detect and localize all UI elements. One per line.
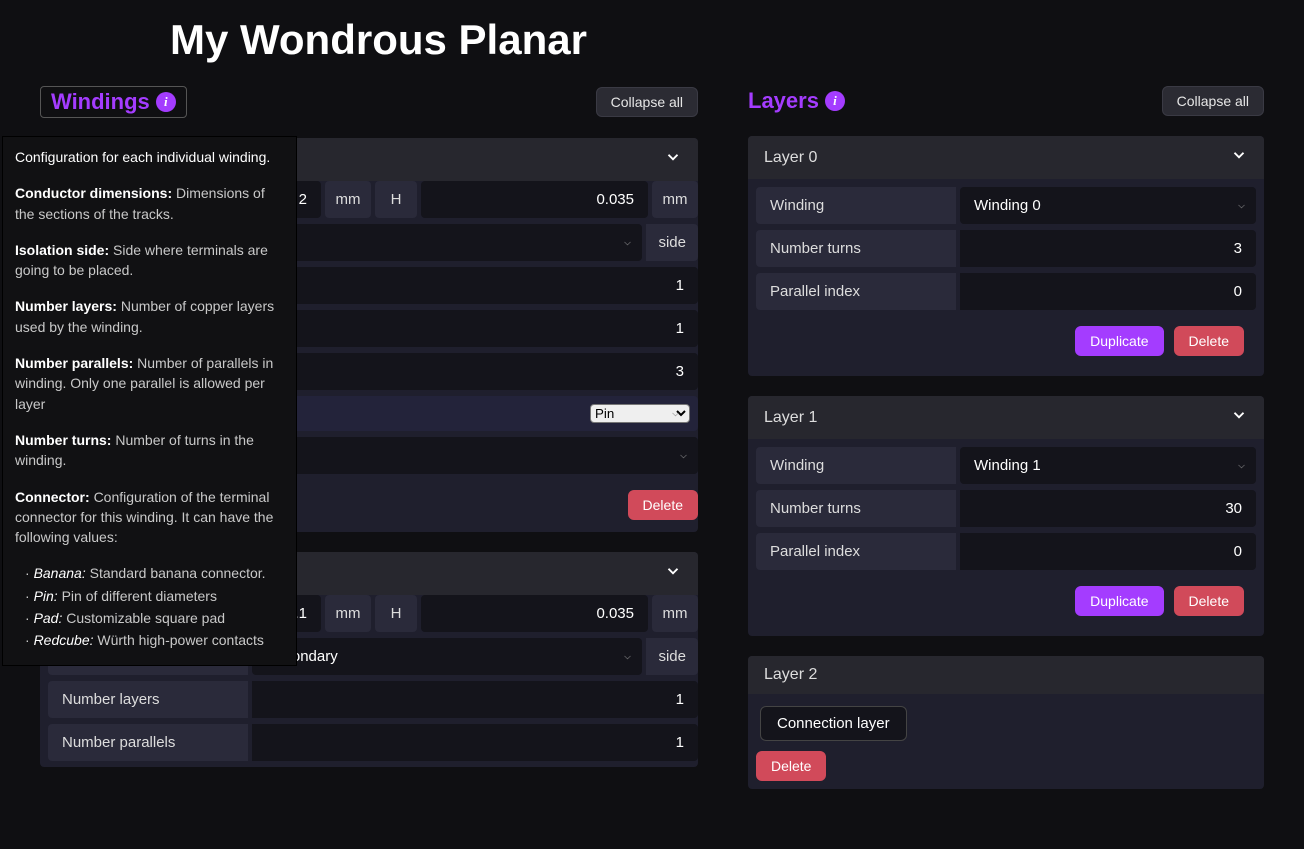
winding-select[interactable]: Winding 0 xyxy=(960,187,1256,224)
collapse-all-windings-button[interactable]: Collapse all xyxy=(596,87,698,117)
layers-title-text: Layers xyxy=(748,88,819,114)
tt-pin-t: Pin: xyxy=(34,588,58,604)
side-unit: side xyxy=(646,224,698,261)
number-turns-input[interactable] xyxy=(960,230,1256,267)
tt-parallels-title: Number parallels: xyxy=(15,355,133,371)
tt-redcube-t: Redcube: xyxy=(34,632,94,648)
layer-header-text: Layer 2 xyxy=(764,666,817,684)
unit-mm: mm xyxy=(652,595,698,632)
chevron-down-icon xyxy=(664,562,682,585)
number-turns-label: Number turns xyxy=(756,230,956,267)
tt-pad-t: Pad: xyxy=(34,610,63,626)
tt-layers-title: Number layers: xyxy=(15,298,117,314)
parallel-index-label: Parallel index xyxy=(756,533,956,570)
delete-layer-button[interactable]: Delete xyxy=(1174,326,1244,356)
chevron-down-icon xyxy=(1230,146,1248,169)
layers-title: Layers i xyxy=(748,88,845,114)
duplicate-layer-button[interactable]: Duplicate xyxy=(1075,326,1163,356)
chevron-down-icon xyxy=(664,148,682,171)
connector-type-select[interactable]: Pin xyxy=(590,404,690,423)
winding-label: Winding xyxy=(756,447,956,484)
parallel-index-input[interactable] xyxy=(960,533,1256,570)
chevron-down-icon xyxy=(1230,406,1248,429)
windings-title-text: Windings xyxy=(51,89,150,115)
height-input[interactable] xyxy=(421,181,648,218)
tooltip-intro: Configuration for each individual windin… xyxy=(15,147,284,167)
isolation-side-select[interactable]: Secondary xyxy=(252,638,642,675)
tt-pin-d: Pin of different diameters xyxy=(62,588,217,604)
winding-select[interactable]: Winding 1 xyxy=(960,447,1256,484)
layer-header-text: Layer 0 xyxy=(764,149,817,167)
layer-card-header[interactable]: Layer 2 xyxy=(748,656,1264,694)
number-layers-input[interactable] xyxy=(252,681,698,718)
collapse-all-layers-button[interactable]: Collapse all xyxy=(1162,86,1264,116)
number-parallels-label: Number parallels xyxy=(48,724,248,761)
duplicate-layer-button[interactable]: Duplicate xyxy=(1075,586,1163,616)
info-icon[interactable]: i xyxy=(156,92,176,112)
tt-connector-title: Connector: xyxy=(15,489,90,505)
page-title: My Wondrous Planar xyxy=(170,16,1264,64)
tt-redcube-d: Würth high-power contacts xyxy=(97,632,264,648)
height-label: H xyxy=(375,595,417,632)
layer-card: Layer 2 Connection layer Delete xyxy=(748,656,1264,789)
tt-pad-d: Customizable square pad xyxy=(66,610,225,626)
side-unit: side xyxy=(646,638,698,675)
windings-column: Windings i Collapse all Configuration fo… xyxy=(40,86,698,809)
number-layers-label: Number layers xyxy=(48,681,248,718)
delete-winding-button[interactable]: Delete xyxy=(628,490,698,520)
connection-layer-badge: Connection layer xyxy=(760,706,907,741)
tt-turns-title: Number turns: xyxy=(15,432,111,448)
unit-mm: mm xyxy=(325,181,371,218)
unit-mm: mm xyxy=(652,181,698,218)
height-label: H xyxy=(375,181,417,218)
tt-banana-d: Standard banana connector. xyxy=(90,565,266,581)
tt-banana-t: Banana: xyxy=(34,565,86,581)
unit-mm: mm xyxy=(325,595,371,632)
windings-title: Windings i xyxy=(40,86,187,118)
number-parallels-input[interactable] xyxy=(252,724,698,761)
delete-layer-button[interactable]: Delete xyxy=(756,751,826,781)
number-turns-input[interactable] xyxy=(960,490,1256,527)
info-icon[interactable]: i xyxy=(825,91,845,111)
height-input[interactable] xyxy=(421,595,648,632)
winding-label: Winding xyxy=(756,187,956,224)
layers-column: Layers i Collapse all Layer 0 Winding Wi… xyxy=(748,86,1264,809)
layer-card: Layer 1 Winding Winding 1 Number turns P… xyxy=(748,396,1264,636)
delete-layer-button[interactable]: Delete xyxy=(1174,586,1244,616)
parallel-index-input[interactable] xyxy=(960,273,1256,310)
layer-card: Layer 0 Winding Winding 0 Number turns P… xyxy=(748,136,1264,376)
layer-card-header[interactable]: Layer 1 xyxy=(748,396,1264,439)
parallel-index-label: Parallel index xyxy=(756,273,956,310)
layer-header-text: Layer 1 xyxy=(764,409,817,427)
tt-isolation-title: Isolation side: xyxy=(15,242,109,258)
layer-card-header[interactable]: Layer 0 xyxy=(748,136,1264,179)
tt-conductor-title: Conductor dimensions: xyxy=(15,185,172,201)
windings-help-tooltip: Configuration for each individual windin… xyxy=(2,136,297,666)
number-turns-label: Number turns xyxy=(756,490,956,527)
